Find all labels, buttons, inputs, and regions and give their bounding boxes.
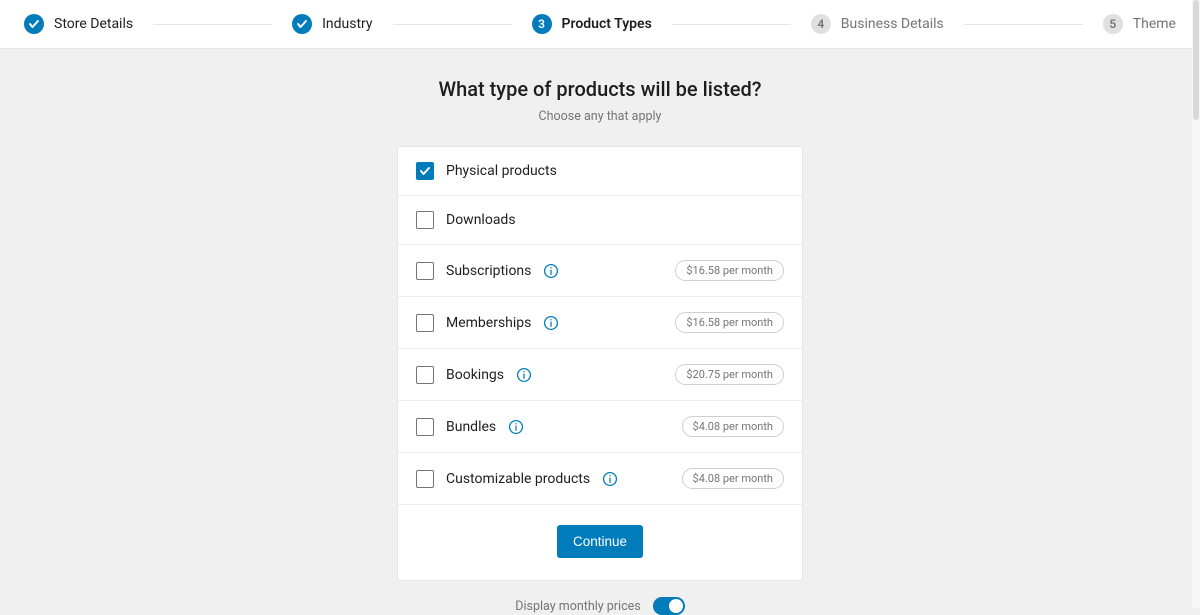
step-separator (672, 24, 791, 25)
step-number-badge: 3 (532, 14, 552, 34)
info-icon[interactable] (543, 263, 559, 279)
setup-stepper: Store Details Industry 3 Product Types 4… (0, 0, 1200, 49)
step-business-details[interactable]: 4 Business Details (811, 14, 944, 34)
checkbox[interactable] (416, 366, 434, 384)
info-icon[interactable] (602, 471, 618, 487)
price-badge: $16.58 per month (675, 312, 784, 333)
main-content: What type of products will be listed? Ch… (0, 49, 1200, 615)
option-subscriptions[interactable]: Subscriptions $16.58 per month (398, 245, 802, 297)
toggle-knob (669, 599, 683, 613)
price-badge: $4.08 per month (682, 416, 784, 437)
page-subtitle: Choose any that apply (539, 109, 662, 124)
step-theme[interactable]: 5 Theme (1103, 14, 1176, 34)
option-label: Downloads (446, 212, 516, 228)
option-physical-products[interactable]: Physical products (398, 147, 802, 196)
option-downloads[interactable]: Downloads (398, 196, 802, 245)
step-number-badge: 5 (1103, 14, 1123, 34)
checkbox[interactable] (416, 314, 434, 332)
step-label: Store Details (54, 16, 133, 32)
option-memberships[interactable]: Memberships $16.58 per month (398, 297, 802, 349)
toggle-label: Display monthly prices (515, 599, 640, 614)
option-label: Bundles (446, 419, 496, 435)
option-label: Physical products (446, 163, 557, 179)
checkbox[interactable] (416, 418, 434, 436)
option-bookings[interactable]: Bookings $20.75 per month (398, 349, 802, 401)
scrollbar[interactable] (1192, 0, 1200, 608)
monthly-price-toggle-row: Display monthly prices (515, 597, 684, 615)
option-customizable-products[interactable]: Customizable products $4.08 per month (398, 453, 802, 505)
continue-button[interactable]: Continue (557, 525, 643, 558)
price-badge: $16.58 per month (675, 260, 784, 281)
monthly-price-toggle[interactable] (653, 597, 685, 615)
step-product-types[interactable]: 3 Product Types (532, 14, 652, 34)
card-footer: Continue (398, 505, 802, 580)
check-icon (292, 14, 312, 34)
step-separator (393, 24, 512, 25)
product-types-card: Physical products Downloads Subscription… (397, 146, 803, 581)
scrollbar-thumb[interactable] (1193, 0, 1199, 120)
option-label: Memberships (446, 315, 531, 331)
info-icon[interactable] (508, 419, 524, 435)
step-label: Industry (322, 16, 372, 32)
step-separator (153, 24, 272, 25)
price-badge: $20.75 per month (675, 364, 784, 385)
checkbox[interactable] (416, 162, 434, 180)
checkbox[interactable] (416, 211, 434, 229)
option-label: Subscriptions (446, 263, 531, 279)
option-label: Customizable products (446, 471, 590, 487)
page-title: What type of products will be listed? (439, 77, 762, 101)
step-industry[interactable]: Industry (292, 14, 372, 34)
step-store-details[interactable]: Store Details (24, 14, 133, 34)
step-label: Business Details (841, 16, 944, 32)
info-icon[interactable] (516, 367, 532, 383)
checkbox[interactable] (416, 470, 434, 488)
option-label: Bookings (446, 367, 504, 383)
step-separator (964, 24, 1083, 25)
step-label: Theme (1133, 16, 1176, 32)
check-icon (24, 14, 44, 34)
step-number-badge: 4 (811, 14, 831, 34)
checkbox[interactable] (416, 262, 434, 280)
option-bundles[interactable]: Bundles $4.08 per month (398, 401, 802, 453)
info-icon[interactable] (543, 315, 559, 331)
price-badge: $4.08 per month (682, 468, 784, 489)
step-label: Product Types (562, 16, 652, 32)
